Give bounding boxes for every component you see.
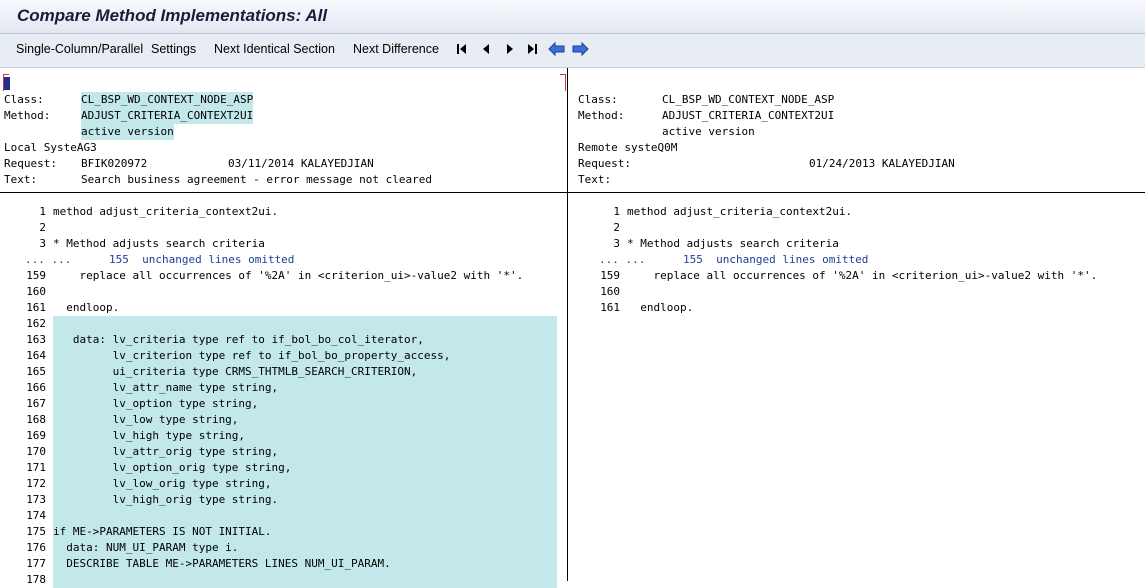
last-icon[interactable]	[525, 41, 539, 57]
line-number: 3	[613, 237, 621, 250]
header-divider	[0, 192, 1145, 193]
code-line: data: NUM_UI_PARAM type i.	[53, 541, 239, 554]
first-icon[interactable]	[455, 41, 469, 57]
text-label: Text:	[578, 173, 612, 186]
left-pane[interactable]: Class: CL_BSP_WD_CONTEXT_NODE_ASP Method…	[0, 68, 567, 588]
line-number: 172	[26, 477, 47, 490]
line-number: 177	[26, 557, 47, 570]
method-label: Method:	[578, 109, 625, 122]
class-label: Class:	[4, 93, 44, 106]
system-label: Local SysteAG3	[4, 141, 97, 154]
omitted-lines-note: 155 unchanged lines omitted	[683, 253, 869, 266]
version-label: active version	[662, 125, 755, 138]
selection-bracket	[560, 74, 566, 91]
next-icon[interactable]	[503, 41, 517, 57]
diff-highlight	[53, 316, 557, 332]
code-line: lv_option_orig type string,	[53, 461, 292, 474]
line-number: 174	[26, 509, 47, 522]
method-value: ADJUST_CRITERIA_CONTEXT2UI	[662, 109, 835, 122]
request-date-user: 03/11/2014 KALAYEDJIAN	[228, 157, 374, 170]
code-line: * Method adjusts search criteria	[627, 237, 839, 250]
line-number: 161	[600, 301, 621, 314]
line-number: 168	[26, 413, 47, 426]
code-line: lv_attr_name type string,	[53, 381, 279, 394]
code-line: lv_low_orig type string,	[53, 477, 272, 490]
request-value: BFIK020972	[81, 157, 148, 170]
line-number: ... ...	[599, 253, 646, 266]
code-line: endloop.	[627, 301, 694, 314]
line-number: ... ...	[25, 253, 72, 266]
code-line: ui_criteria type CRMS_THTMLB_SEARCH_CRIT…	[53, 365, 418, 378]
code-line: replace all occurrences of '%2A' in <cri…	[53, 269, 524, 282]
line-number: 160	[600, 285, 621, 298]
code-line: method adjust_criteria_context2ui.	[53, 205, 279, 218]
code-line: lv_criterion type ref to if_bol_bo_prope…	[53, 349, 451, 362]
method-label: Method:	[4, 109, 51, 122]
version-label: active version	[81, 124, 174, 140]
line-number: 169	[26, 429, 47, 442]
line-number: 176	[26, 541, 47, 554]
selection-bracket	[3, 74, 9, 91]
diff-highlight	[53, 508, 557, 524]
line-number: 164	[26, 349, 47, 362]
class-value: CL_BSP_WD_CONTEXT_NODE_ASP	[81, 92, 254, 108]
code-line: DESCRIBE TABLE ME->PARAMETERS LINES NUM_…	[53, 557, 391, 570]
line-number: 163	[26, 333, 47, 346]
arrow-right-icon[interactable]	[572, 41, 589, 57]
previous-icon[interactable]	[479, 41, 493, 57]
right-pane[interactable]: Class: CL_BSP_WD_CONTEXT_NODE_ASP Method…	[568, 68, 1145, 581]
next-identical-section-button[interactable]: Next Identical Section	[214, 42, 335, 56]
line-number: 178	[26, 573, 47, 586]
line-number: 159	[600, 269, 621, 282]
code-line: lv_high type string,	[53, 429, 246, 442]
text-label: Text:	[4, 173, 38, 186]
omitted-lines-note: 155 unchanged lines omitted	[109, 253, 295, 266]
line-number: 167	[26, 397, 47, 410]
line-number: 160	[26, 285, 47, 298]
code-line: lv_attr_orig type string,	[53, 445, 279, 458]
class-value: CL_BSP_WD_CONTEXT_NODE_ASP	[662, 93, 835, 106]
code-line: lv_option type string,	[53, 397, 259, 410]
line-number: 173	[26, 493, 47, 506]
request-label: Request:	[4, 157, 57, 170]
line-number: 1	[613, 205, 621, 218]
page-title: Compare Method Implementations: All	[17, 6, 328, 25]
text-value: Search business agreement - error messag…	[81, 173, 432, 186]
code-line: lv_low type string,	[53, 413, 239, 426]
code-line: data: lv_criteria type ref to if_bol_bo_…	[53, 333, 424, 346]
line-number: 159	[26, 269, 47, 282]
system-label: Remote systeQ0M	[578, 141, 678, 154]
line-number: 165	[26, 365, 47, 378]
code-line: if ME->PARAMETERS IS NOT INITIAL.	[53, 525, 272, 538]
class-label: Class:	[578, 93, 618, 106]
line-number: 2	[613, 221, 621, 234]
line-number: 170	[26, 445, 47, 458]
line-number: 1	[39, 205, 47, 218]
diff-highlight	[53, 572, 557, 588]
line-number: 166	[26, 381, 47, 394]
line-number: 162	[26, 317, 47, 330]
line-number: 175	[26, 525, 47, 538]
code-line: endloop.	[53, 301, 120, 314]
pane-divider	[567, 68, 568, 581]
next-difference-button[interactable]: Next Difference	[353, 42, 439, 56]
code-line: * Method adjusts search criteria	[53, 237, 265, 250]
code-line: method adjust_criteria_context2ui.	[627, 205, 853, 218]
code-line: replace all occurrences of '%2A' in <cri…	[627, 269, 1098, 282]
code-line: lv_high_orig type string.	[53, 493, 279, 506]
line-number: 2	[39, 221, 47, 234]
line-number: 171	[26, 461, 47, 474]
line-number: 161	[26, 301, 47, 314]
method-value: ADJUST_CRITERIA_CONTEXT2UI	[81, 108, 254, 124]
arrow-left-icon[interactable]	[548, 41, 565, 57]
request-label: Request:	[578, 157, 631, 170]
settings-button[interactable]: Settings	[151, 42, 196, 56]
toolbar: Single-Column/Parallel Settings Next Ide…	[0, 34, 1145, 68]
single-column-parallel-button[interactable]: Single-Column/Parallel	[16, 42, 143, 56]
title-bar: Compare Method Implementations: All	[0, 0, 1145, 34]
line-number: 3	[39, 237, 47, 250]
request-date-user: 01/24/2013 KALAYEDJIAN	[809, 157, 955, 170]
